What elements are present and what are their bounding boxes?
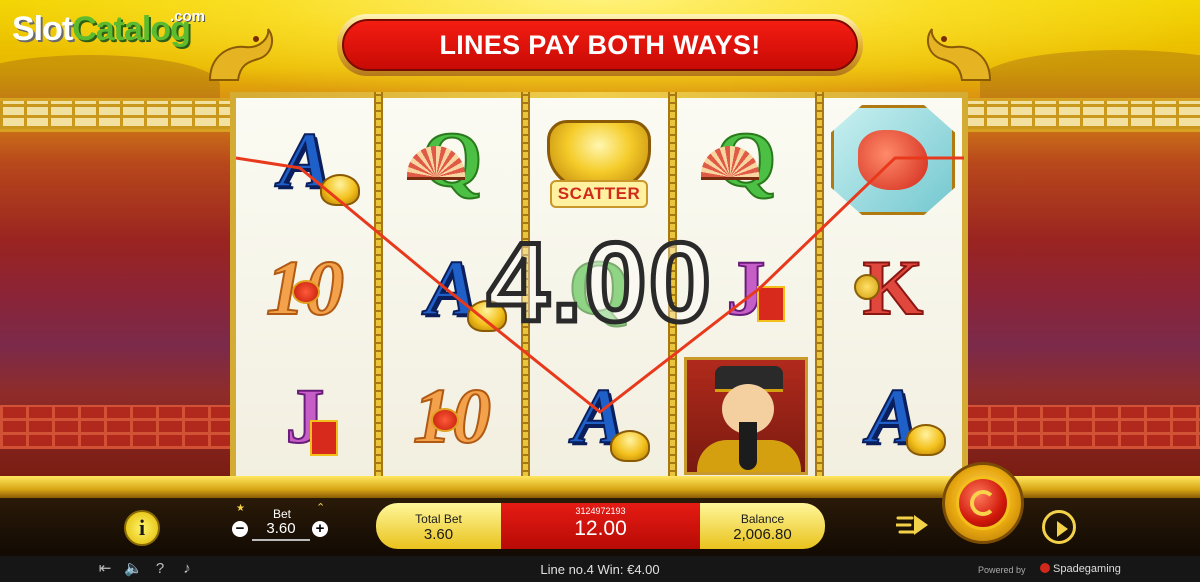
symbol-cell-wealth-god (677, 354, 815, 478)
banner-text: LINES PAY BOTH WAYS! (342, 19, 858, 71)
symbol-cell: A (236, 98, 374, 222)
red-envelope-icon (757, 286, 785, 322)
red-envelope-icon (310, 420, 338, 456)
spin-button[interactable] (942, 462, 1024, 544)
logo-suffix: .com (170, 8, 206, 25)
logo-part1: Slot (12, 10, 73, 48)
symbol-cell: A (824, 354, 962, 478)
bet-decrease-button[interactable]: − (232, 521, 248, 537)
dragon-head (858, 130, 928, 190)
promo-banner: LINES PAY BOTH WAYS! (337, 14, 863, 76)
gold-ingot-icon (320, 174, 360, 206)
site-logo: SlotCatalog (12, 10, 191, 49)
bet-value: 3.60 (252, 520, 310, 541)
info-button[interactable]: i (124, 510, 160, 546)
spin-core (956, 476, 1010, 530)
reel-5: K A (824, 98, 962, 480)
reel-1: A 10 J (236, 98, 374, 480)
symbol-cell: Q (677, 98, 815, 222)
spin-arrow-icon (970, 490, 996, 516)
turbo-spin-icon[interactable] (896, 512, 930, 538)
bet-selector: ★ ⌃ Bet − 3.60 + (232, 502, 332, 549)
reel-divider (374, 92, 383, 480)
total-bet-panel: Total Bet 3.60 (376, 503, 501, 549)
dragon-wild-icon (831, 105, 955, 215)
coin-icon (854, 274, 880, 300)
bet-increase-button[interactable]: + (312, 521, 328, 537)
god-beard (739, 422, 757, 470)
scatter-label: SCATTER (549, 180, 649, 208)
total-bet-label: Total Bet (415, 512, 462, 526)
round-id: 3124972193 (575, 506, 626, 516)
provider-name: Spadegaming (1053, 563, 1121, 575)
symbol-cell: Q (383, 98, 521, 222)
play-icon (1057, 521, 1068, 537)
symbol-cell: 10 (383, 354, 521, 478)
wealth-god-icon (684, 357, 808, 475)
provider-mark-icon (1040, 563, 1050, 573)
win-amount: 4.00 (485, 218, 714, 348)
reel-divider (815, 92, 824, 480)
balance-value: 2,006.80 (733, 526, 792, 543)
golden-dragon-right-icon (926, 28, 992, 81)
lantern-icon (431, 408, 459, 432)
gold-ingot-icon (906, 424, 946, 456)
total-bet-value: 3.60 (423, 526, 454, 543)
powered-by-label: Powered by (978, 565, 1026, 575)
symbol-cell: J (236, 354, 374, 478)
provider-logo: Spadegaming (1040, 563, 1121, 575)
symbol-cell: A (530, 354, 668, 478)
golden-dragon-left-icon (208, 28, 274, 81)
lantern-icon (292, 280, 320, 304)
autoplay-button[interactable] (1042, 510, 1076, 544)
symbol-cell-scatter: SCATTER (530, 98, 668, 222)
balance-panel: Balance 2,006.80 (700, 503, 825, 549)
bet-label: Bet (272, 507, 291, 521)
symbol-cell-dragon (824, 98, 962, 222)
symbol-cell: K (824, 226, 962, 350)
win-panel: 3124972193 12.00 (501, 503, 700, 549)
win-value: 12.00 (574, 517, 627, 540)
balance-label: Balance (740, 512, 785, 526)
symbol-cell: 10 (236, 226, 374, 350)
gold-ingot-icon (610, 430, 650, 462)
